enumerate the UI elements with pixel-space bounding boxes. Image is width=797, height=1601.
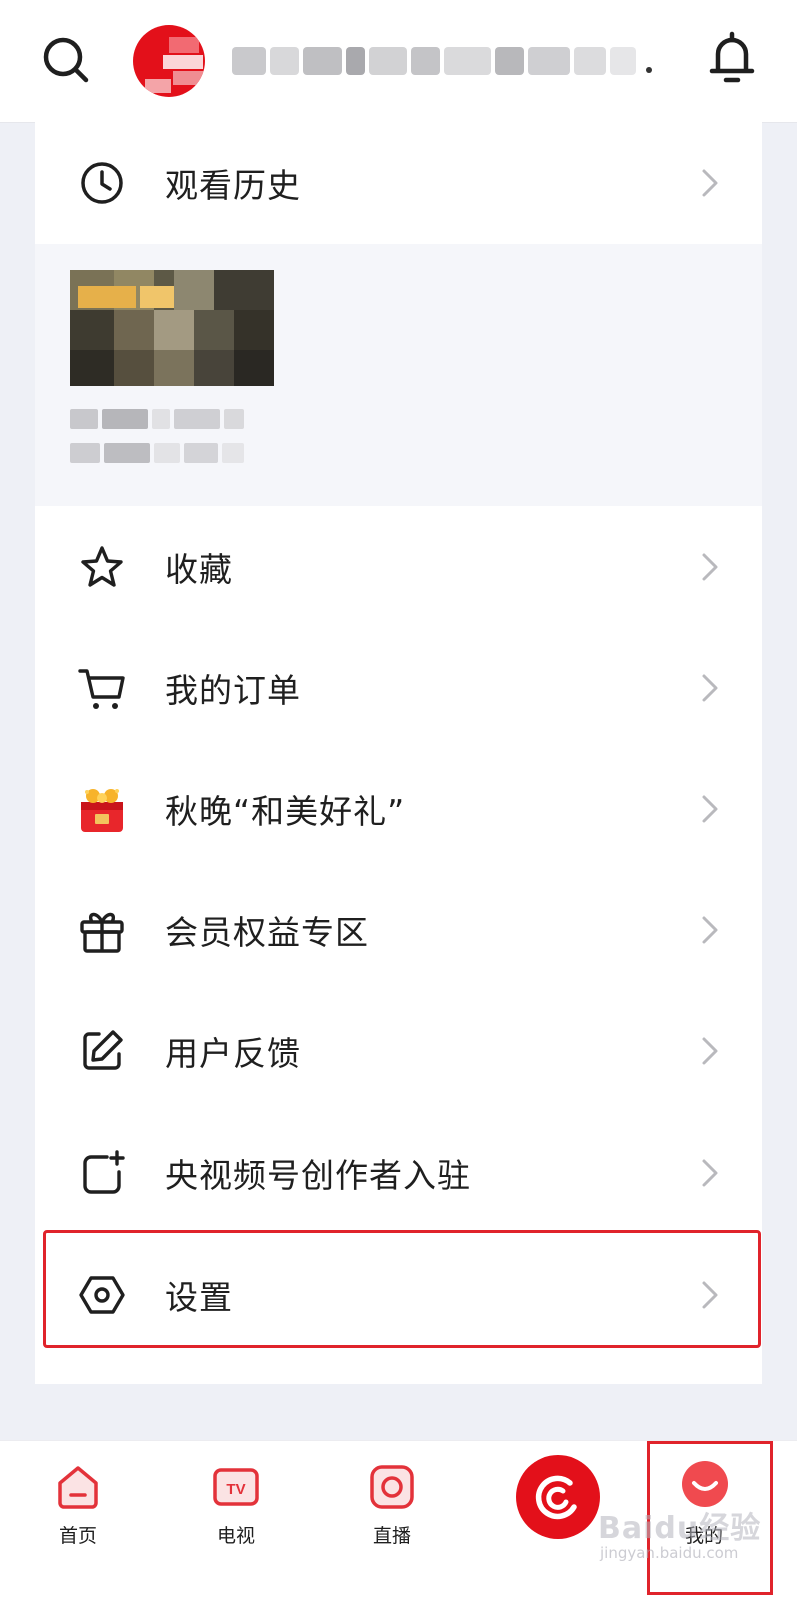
home-icon xyxy=(58,1466,98,1509)
chevron-right-icon xyxy=(702,553,718,581)
history-caption-masked xyxy=(70,408,248,430)
chevron-right-icon xyxy=(702,1281,718,1309)
menu-label-member: 会员权益专区 xyxy=(165,913,369,952)
chevron-right-icon xyxy=(702,1037,718,1065)
tab-label-tv: 电视 xyxy=(216,1525,255,1547)
history-thumbnail[interactable] xyxy=(70,270,274,386)
history-panel xyxy=(35,244,762,506)
tab-home[interactable]: 首页 xyxy=(16,1441,136,1561)
watermark-url: jingyan.baidu.com xyxy=(600,1544,739,1562)
live-icon xyxy=(370,1465,414,1509)
cart-icon xyxy=(78,669,125,709)
username-masked[interactable] xyxy=(232,38,652,84)
tab-tv[interactable]: TV 电视 xyxy=(174,1441,294,1561)
menu-card: 观看历史 收藏 我的订单 秋晚“和美好礼” 会员权益专区 用户反馈 央视频号创作… xyxy=(35,122,762,1384)
history-subcaption-masked xyxy=(70,442,248,464)
menu-label-settings: 设置 xyxy=(165,1278,233,1317)
cctv-logo-button[interactable] xyxy=(516,1455,600,1539)
menu-item-favorites[interactable]: 收藏 xyxy=(35,506,762,628)
hexagon-settings-icon xyxy=(79,1276,125,1314)
avatar[interactable] xyxy=(133,25,205,97)
smile-face-icon xyxy=(682,1461,728,1507)
cctv-logo-icon xyxy=(535,1475,577,1520)
chevron-right-icon xyxy=(702,169,718,197)
clock-icon xyxy=(81,162,123,204)
gift-box-icon xyxy=(81,789,123,832)
menu-label-history: 观看历史 xyxy=(165,166,301,205)
menu-item-feedback[interactable]: 用户反馈 xyxy=(35,990,762,1112)
menu-label-favorites: 收藏 xyxy=(165,550,233,589)
chevron-right-icon xyxy=(702,795,718,823)
chevron-right-icon xyxy=(702,1159,718,1187)
svg-text:TV: TV xyxy=(226,1481,245,1498)
menu-label-gift: 秋晚“和美好礼” xyxy=(165,792,406,831)
menu-item-creator[interactable]: 央视频号创作者入驻 xyxy=(35,1112,762,1234)
menu-label-feedback: 用户反馈 xyxy=(165,1034,301,1073)
menu-item-gift[interactable]: 秋晚“和美好礼” xyxy=(35,748,762,870)
top-header xyxy=(0,0,797,123)
chevron-right-icon xyxy=(702,674,718,702)
tv-icon: TV xyxy=(213,1468,259,1506)
menu-label-orders: 我的订单 xyxy=(165,671,301,710)
menu-label-creator: 央视频号创作者入驻 xyxy=(165,1156,471,1195)
chevron-right-icon xyxy=(702,916,718,944)
present-icon xyxy=(80,912,124,953)
add-square-icon xyxy=(83,1150,125,1194)
search-icon[interactable] xyxy=(40,34,92,86)
bell-icon[interactable] xyxy=(708,30,756,86)
star-icon xyxy=(81,546,123,587)
menu-item-history[interactable]: 观看历史 xyxy=(35,122,762,244)
menu-item-settings[interactable]: 设置 xyxy=(35,1234,762,1356)
tab-live[interactable]: 直播 xyxy=(330,1441,450,1561)
tab-label-home: 首页 xyxy=(58,1525,97,1547)
tab-label-live: 直播 xyxy=(372,1525,411,1547)
menu-item-orders[interactable]: 我的订单 xyxy=(35,627,762,749)
edit-icon xyxy=(83,1030,123,1070)
watermark-brand: Baidu经验 xyxy=(598,1511,762,1546)
menu-item-member[interactable]: 会员权益专区 xyxy=(35,869,762,991)
